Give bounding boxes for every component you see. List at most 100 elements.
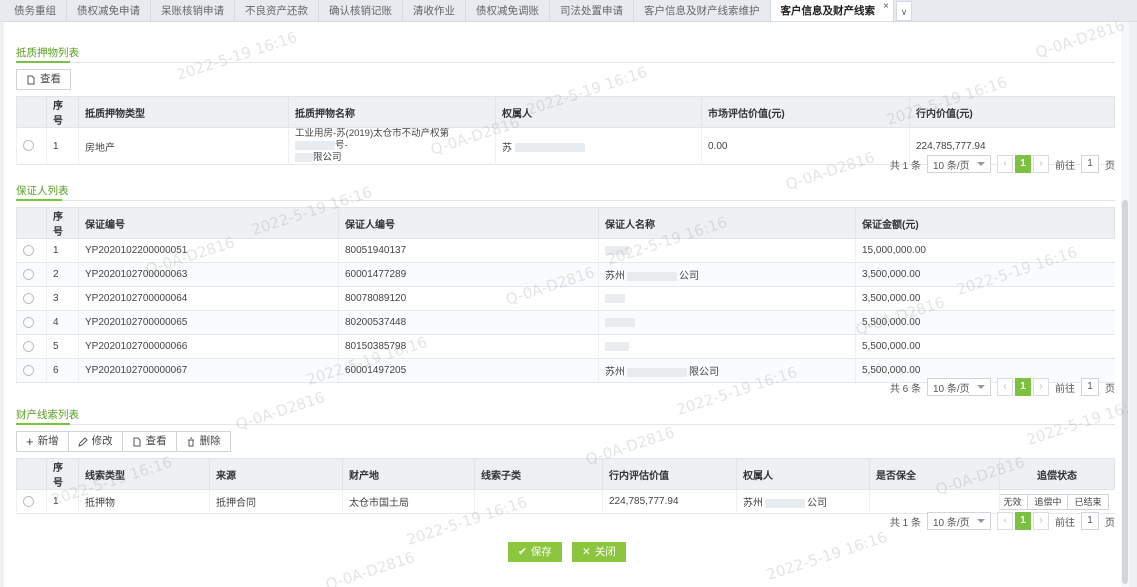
column-header: 行内价值(元) — [909, 96, 1115, 128]
next-page-icon[interactable]: › — [1033, 155, 1049, 173]
cell-no: 5 — [46, 334, 79, 359]
row-radio[interactable] — [23, 140, 34, 152]
column-header: 抵质押物名称 — [288, 96, 496, 128]
tab-writeoff-accounting[interactable]: 确认核销记账 — [319, 0, 403, 21]
collateral-view-button[interactable]: 查看 — [16, 69, 71, 90]
table-row[interactable]: 1 YP2020102200000051 80051940137 15,000,… — [16, 238, 1115, 263]
property-section-title: 财产线索列表 — [16, 409, 79, 421]
cell-owner: 苏 — [495, 127, 702, 165]
column-header: 保证人编号 — [338, 207, 599, 239]
prev-page-icon[interactable]: ‹ — [997, 378, 1013, 396]
chevron-down-icon[interactable]: ∨ — [896, 1, 912, 21]
next-page-icon[interactable]: › — [1033, 378, 1049, 396]
row-radio[interactable] — [23, 316, 34, 328]
column-header: 权属人 — [495, 96, 702, 128]
column-header: 财产地 — [342, 458, 475, 490]
goto-page-input[interactable]: 1 — [1081, 155, 1099, 173]
row-radio[interactable] — [23, 244, 34, 256]
collateral-pager: 共 1 条 10 条/页 ‹ 1 › 前往 1 页 — [890, 155, 1115, 173]
table-row[interactable]: 5 YP2020102700000066 80150385798 5,500,0… — [16, 334, 1115, 359]
cell-guarantee-code: YP2020102700000063 — [78, 262, 339, 287]
delete-button[interactable]: 删除 — [175, 431, 231, 452]
prev-page-icon[interactable]: ‹ — [997, 155, 1013, 173]
cell-preserved — [869, 489, 1000, 514]
page-size-select[interactable]: 10 条/页 — [927, 155, 991, 173]
pager-nav: ‹ 1 › — [997, 378, 1049, 396]
cell-owner: 苏州 公司 — [736, 489, 870, 514]
row-radio[interactable] — [23, 495, 34, 507]
cell-guarantor-id: 80051940137 — [338, 238, 599, 263]
table-row[interactable]: 2 YP2020102700000063 60001477289 苏州 公司 3,… — [16, 262, 1115, 287]
cell-guarantor-id: 60001477289 — [338, 262, 599, 287]
tab-judicial-disposal[interactable]: 司法处置申请 — [550, 0, 634, 21]
view-button[interactable]: 查看 — [121, 431, 177, 452]
table-row[interactable]: 4 YP2020102700000065 80200537448 5,500,0… — [16, 310, 1115, 335]
chevron-down-icon — [977, 519, 985, 523]
page-unit: 页 — [1105, 517, 1115, 529]
goto-page-input[interactable]: 1 — [1081, 512, 1099, 530]
cell-guarantor-id: 60001497205 — [338, 358, 599, 383]
tab-bad-debt-writeoff[interactable]: 呆账核销申请 — [151, 0, 235, 21]
pager-nav: ‹ 1 › — [997, 155, 1049, 173]
close-icon[interactable]: × — [883, 0, 889, 18]
watermark: 2022-5-19 16:16 — [174, 28, 300, 84]
main-panel: 抵质押物列表 查看 序号 抵质押物类型 抵质押物名称 权属人 市场评估价值(元)… — [4, 22, 1129, 587]
section-underline — [16, 199, 62, 201]
redacted-block — [627, 367, 687, 377]
page-number-current[interactable]: 1 — [1015, 155, 1031, 173]
tab-debt-relief-adjust[interactable]: 债权减免调账 — [466, 0, 550, 21]
guarantor-name-text: 苏州 — [605, 271, 625, 282]
column-header: 市场评估价值(元) — [701, 96, 910, 128]
property-toolbar: + 新增 修改 查看 删除 — [16, 431, 231, 452]
edit-button[interactable]: 修改 — [67, 431, 123, 452]
row-radio[interactable] — [23, 340, 34, 352]
redacted-block — [605, 317, 635, 327]
page-number-current[interactable]: 1 — [1015, 378, 1031, 396]
status-invalid-button[interactable]: 无效 — [1000, 493, 1029, 510]
save-label: 保存 — [530, 546, 552, 558]
redacted-block — [515, 143, 585, 153]
scrollbar[interactable] — [1121, 22, 1129, 587]
page-number-current[interactable]: 1 — [1015, 512, 1031, 530]
cell-subtype — [474, 489, 603, 514]
cell-amount: 3,500,000.00 — [855, 286, 1115, 311]
section-underline — [16, 423, 70, 425]
tab-customer-info-maintain[interactable]: 客户信息及财产线索维护 — [634, 0, 771, 21]
owner-text: 苏州 — [743, 498, 763, 509]
next-page-icon[interactable]: › — [1033, 512, 1049, 530]
row-radio[interactable] — [23, 364, 34, 376]
divider — [16, 200, 1115, 201]
table-header-row: 序号 抵质押物类型 抵质押物名称 权属人 市场评估价值(元) 行内价值(元) — [16, 96, 1115, 128]
tab-debt-relief-apply[interactable]: 债权减免申请 — [67, 0, 151, 21]
tab-npa-repayment[interactable]: 不良资产还款 — [235, 0, 319, 21]
pager-total: 共 1 条 — [889, 160, 921, 172]
close-button[interactable]: ✕ 关闭 — [572, 542, 626, 562]
status-finished-button[interactable]: 已结束 — [1067, 493, 1109, 510]
status-recovering-button[interactable]: 追偿中 — [1027, 493, 1069, 510]
table-row[interactable]: 3 YP2020102700000064 80078089120 3,500,0… — [16, 286, 1115, 311]
table-row[interactable]: 1 抵押物 抵押合同 太仓市国土局 224,785,777.94 苏州 公司 无效… — [16, 489, 1115, 514]
prev-page-icon[interactable]: ‹ — [997, 512, 1013, 530]
watermark: 2022-5-19 16:16 — [1024, 393, 1129, 449]
column-header: 权属人 — [736, 458, 870, 490]
cell-guarantor-name — [598, 310, 856, 335]
cell-guarantor-id: 80150385798 — [338, 334, 599, 359]
cell-guarantee-code: YP2020102200000051 — [78, 238, 339, 263]
goto-page-input[interactable]: 1 — [1081, 378, 1099, 396]
scrollbar-thumb[interactable] — [1122, 200, 1128, 584]
row-radio[interactable] — [23, 268, 34, 280]
page-size-select[interactable]: 10 条/页 — [927, 378, 991, 396]
table-header-row: 序号 保证编号 保证人编号 保证人名称 保证金额(元) — [16, 207, 1115, 239]
close-label: 关闭 — [594, 546, 616, 558]
page-size-value: 10 条/页 — [933, 383, 970, 395]
add-button[interactable]: + 新增 — [16, 431, 69, 452]
cell-no: 1 — [46, 489, 79, 514]
tab-customer-info-active[interactable]: 客户信息及财产线索 × — [770, 0, 894, 21]
page-size-select[interactable]: 10 条/页 — [927, 512, 991, 530]
guarantor-name-suffix: 公司 — [679, 271, 699, 282]
tab-collection-work[interactable]: 清收作业 — [403, 0, 466, 21]
row-radio[interactable] — [23, 292, 34, 304]
save-button[interactable]: ✔ 保存 — [508, 542, 562, 562]
tab-debt-restructure[interactable]: 债务重组 — [4, 0, 67, 21]
column-header: 是否保全 — [869, 458, 1000, 490]
